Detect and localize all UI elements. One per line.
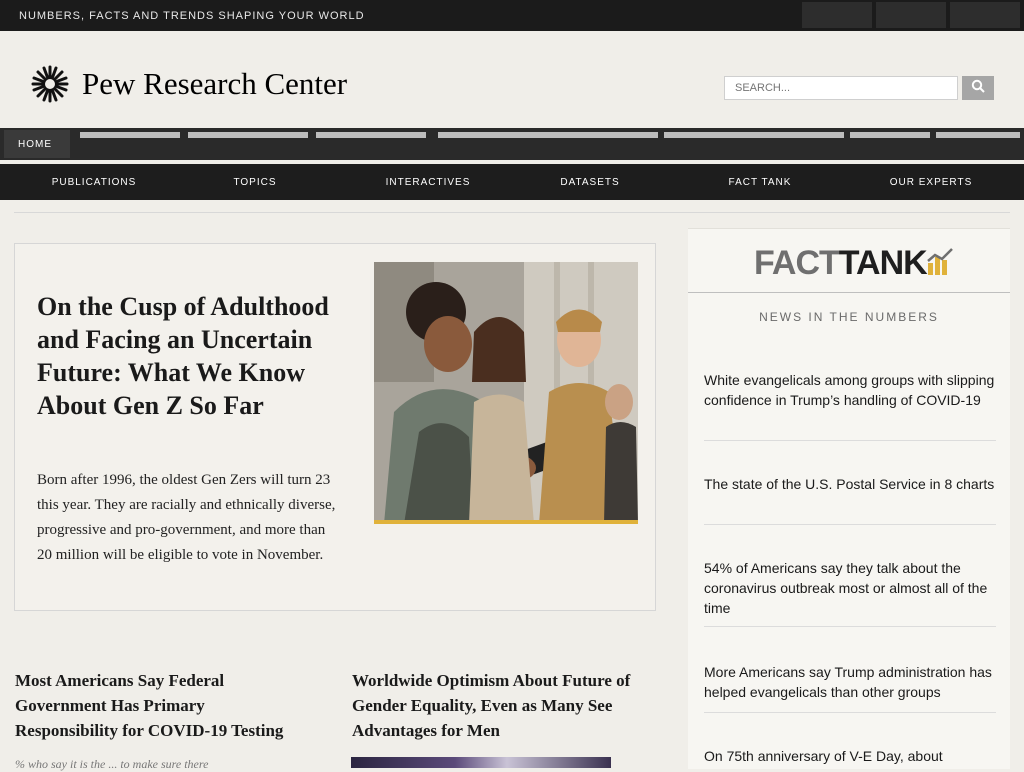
featured-title[interactable]: On the Cusp of Adulthood and Facing an U… <box>37 290 337 450</box>
search-icon <box>971 79 985 98</box>
nav-our-experts[interactable]: OUR EXPERTS <box>880 168 982 196</box>
nav-dropdown-tab[interactable] <box>316 132 426 138</box>
top-bar-button[interactable] <box>876 2 946 28</box>
secondary-nav: PUBLICATIONS TOPICS INTERACTIVES DATASET… <box>0 164 1024 200</box>
pew-logo-icon <box>24 64 76 104</box>
sidebar-item[interactable]: 54% of Americans say they talk about the… <box>704 558 996 618</box>
sidebar-divider <box>704 712 996 713</box>
sidebar-rule <box>688 292 1010 293</box>
story-title[interactable]: Most Americans Say Federal Government Ha… <box>15 668 305 743</box>
nav-dropdown-tab[interactable] <box>850 132 930 138</box>
nav-dropdown-tab[interactable] <box>664 132 844 138</box>
sidebar-divider <box>704 626 996 627</box>
featured-image[interactable] <box>374 262 638 524</box>
story-title[interactable]: Worldwide Optimism About Future of Gende… <box>352 668 652 743</box>
fact-tank-brand-right: TANK <box>838 244 928 282</box>
sidebar-divider <box>704 440 996 441</box>
featured-summary: Born after 1996, the oldest Gen Zers wil… <box>37 472 336 563</box>
story-image[interactable] <box>351 757 611 768</box>
main-nav: HOME <box>0 128 1024 160</box>
nav-topics[interactable]: TOPICS <box>224 168 286 196</box>
nav-publications[interactable]: PUBLICATIONS <box>44 168 144 196</box>
nav-dropdown-tab[interactable] <box>80 132 180 138</box>
nav-interactives[interactable]: INTERACTIVES <box>374 168 482 196</box>
sidebar-item[interactable]: On 75th anniversary of V-E Day, about <box>704 746 996 766</box>
top-bar-button[interactable] <box>950 2 1020 28</box>
top-bar: NUMBERS, FACTS AND TRENDS SHAPING YOUR W… <box>0 0 1024 31</box>
logo-text: Pew Research Center <box>82 66 348 101</box>
nav-datasets[interactable]: DATASETS <box>550 168 630 196</box>
sidebar-section-title: NEWS IN THE NUMBERS <box>759 310 939 324</box>
nav-dropdown-tab[interactable] <box>936 132 1020 138</box>
site-logo[interactable]: Pew Research Center <box>24 64 364 104</box>
story-chart-caption: % who say it is the ... to make sure the… <box>15 757 209 771</box>
header-divider <box>14 212 1010 213</box>
top-bar-actions <box>802 2 1020 28</box>
tagline: NUMBERS, FACTS AND TRENDS SHAPING YOUR W… <box>19 10 365 22</box>
sidebar-item[interactable]: The state of the U.S. Postal Service in … <box>704 474 996 494</box>
bar-chart-icon <box>926 247 953 280</box>
top-bar-button[interactable] <box>802 2 872 28</box>
sidebar-item[interactable]: More Americans say Trump administration … <box>704 662 996 702</box>
nav-dropdown-tab[interactable] <box>438 132 658 138</box>
search-input[interactable] <box>724 76 958 100</box>
nav-dropdown-tab[interactable] <box>188 132 308 138</box>
search-button[interactable] <box>962 76 994 100</box>
fact-tank-logo[interactable]: FACT TANK <box>754 244 953 283</box>
sidebar-item[interactable]: White evangelicals among groups with sli… <box>704 370 996 410</box>
nav-fact-tank[interactable]: FACT TANK <box>717 168 803 196</box>
fact-tank-brand-left: FACT <box>754 244 840 282</box>
nav-home[interactable]: HOME <box>4 130 70 158</box>
sidebar-divider <box>704 524 996 525</box>
